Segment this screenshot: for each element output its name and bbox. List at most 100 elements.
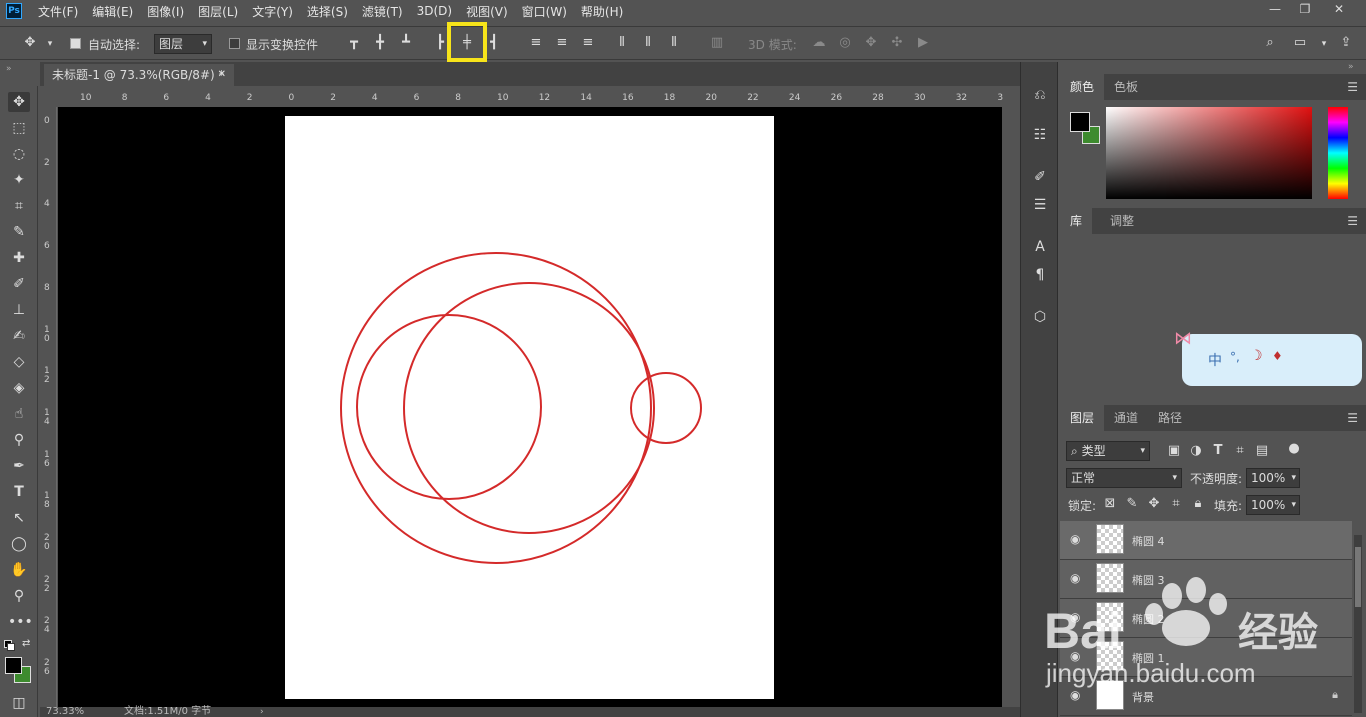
tab-adjustments[interactable]: 调整 <box>1100 208 1144 234</box>
tab-layers[interactable]: 图层 <box>1060 405 1105 431</box>
chevron-right-icon[interactable]: › <box>260 707 264 717</box>
lock-position-icon[interactable]: ✥ <box>1146 496 1162 512</box>
menu-type[interactable]: 文字(Y) <box>252 3 293 20</box>
align-top-icon[interactable]: ┳ <box>346 35 362 51</box>
visibility-eye-icon[interactable]: ◉ <box>1070 532 1080 546</box>
document-tab[interactable]: 未标题-1 @ 73.3%(RGB/8#) * ✕ <box>44 64 234 86</box>
color-field[interactable] <box>1106 107 1312 199</box>
auto-select-checkbox[interactable] <box>70 38 81 49</box>
default-colors-icon[interactable] <box>4 640 15 651</box>
tab-libraries[interactable]: 库 <box>1060 208 1093 234</box>
swap-colors-icon[interactable]: ⇄ <box>22 638 30 649</box>
menu-help[interactable]: 帮助(H) <box>581 3 623 20</box>
hue-slider[interactable] <box>1328 107 1348 199</box>
eraser-tool-icon[interactable]: ◇ <box>8 352 30 372</box>
magic-wand-icon[interactable]: ✦ <box>8 170 30 190</box>
pen-tool-icon[interactable]: ✒ <box>8 456 30 476</box>
panel-menu-icon[interactable]: ☰ <box>1347 214 1358 228</box>
eyedropper-icon[interactable]: ✎ <box>8 222 30 242</box>
panel-menu-icon[interactable]: ☰ <box>1347 411 1358 425</box>
properties-panel-icon[interactable]: ☷ <box>1029 124 1051 146</box>
more-tools-icon[interactable]: ••• <box>8 612 33 632</box>
tab-channels[interactable]: 通道 <box>1104 405 1148 431</box>
filter-adjustment-icon[interactable]: ◑ <box>1188 443 1204 459</box>
filter-toggle-icon[interactable]: ● <box>1286 441 1302 457</box>
ime-moon-icon[interactable]: ☽ <box>1250 348 1263 364</box>
paint-bucket-icon[interactable]: ◈ <box>8 378 30 398</box>
orbit-3d-icon[interactable]: ☁ <box>811 35 827 51</box>
lock-pixels-icon[interactable]: ✎ <box>1124 496 1140 512</box>
fill-field[interactable]: 100% ▾ <box>1246 495 1300 515</box>
align-left-icon[interactable]: ┣ <box>432 35 448 51</box>
history-panel-icon[interactable]: ⎌ <box>1029 84 1051 106</box>
foreground-color-swatch[interactable] <box>1070 112 1090 132</box>
filter-type-icon[interactable]: T <box>1210 443 1226 459</box>
lasso-tool-icon[interactable]: ◌ <box>8 144 30 164</box>
filter-smart-object-icon[interactable]: ▤ <box>1254 443 1270 459</box>
pan-3d-icon[interactable]: ✥ <box>863 35 879 51</box>
ellipse-tool-icon[interactable]: ◯ <box>8 534 30 554</box>
layer-row[interactable]: ◉ 椭圆 4 <box>1060 521 1352 560</box>
hand-tool-icon[interactable]: ✋ <box>8 560 30 580</box>
menu-file[interactable]: 文件(F) <box>38 3 78 20</box>
zoom-readout[interactable]: 73.33% <box>46 707 84 717</box>
opacity-field[interactable]: 100% ▾ <box>1246 468 1300 488</box>
search-icon[interactable]: ⌕ <box>1262 35 1278 51</box>
roll-3d-icon[interactable]: ◎ <box>837 35 853 51</box>
distribute-bottom-icon[interactable]: ≡ <box>580 35 596 51</box>
minimize-button[interactable]: — <box>1260 0 1290 20</box>
history-brush-icon[interactable]: ✍ <box>8 326 30 346</box>
align-bottom-icon[interactable]: ┻ <box>398 35 414 51</box>
brush-settings-icon[interactable]: ✐ <box>1029 166 1051 188</box>
collapse-toolbar-icon[interactable]: » <box>6 64 12 74</box>
dodge-tool-icon[interactable]: ⚲ <box>8 430 30 450</box>
document-canvas[interactable] <box>285 116 774 699</box>
distribute-top-icon[interactable]: ≡ <box>528 35 544 51</box>
distribute-hcenter-icon[interactable]: ⫴ <box>640 35 656 51</box>
distribute-vcenter-icon[interactable]: ≡ <box>554 35 570 51</box>
collapse-panels-icon[interactable]: » <box>1348 62 1354 72</box>
menu-select[interactable]: 选择(S) <box>307 3 348 20</box>
tab-color[interactable]: 颜色 <box>1060 74 1105 100</box>
stamp-tool-icon[interactable]: ⊥ <box>8 300 30 320</box>
filter-pixel-icon[interactable]: ▣ <box>1166 443 1182 459</box>
restore-button[interactable]: ❐ <box>1290 0 1320 20</box>
paragraph-panel-icon[interactable]: ¶ <box>1029 264 1051 286</box>
character-panel-icon[interactable]: A <box>1029 236 1051 258</box>
scale-3d-icon[interactable]: ▶ <box>915 35 931 51</box>
zoom-tool-icon[interactable]: ⚲ <box>8 586 30 606</box>
healing-brush-icon[interactable]: ✚ <box>8 248 30 268</box>
slide-3d-icon[interactable]: ✣ <box>889 35 905 51</box>
adjustments-panel-icon[interactable]: ☰ <box>1029 194 1051 216</box>
lock-artboard-icon[interactable]: ⌗ <box>1168 496 1184 512</box>
menu-filter[interactable]: 滤镜(T) <box>362 3 403 20</box>
menu-image[interactable]: 图像(I) <box>147 3 184 20</box>
move-tool-icon[interactable]: ✥ <box>8 92 30 112</box>
lock-transparent-icon[interactable]: ⊠ <box>1102 496 1118 512</box>
ruler-origin[interactable] <box>40 91 58 107</box>
ime-punct-icon[interactable]: °, <box>1230 350 1240 364</box>
quick-mask-icon[interactable]: ◫ <box>8 693 30 713</box>
layer-filter-dropdown[interactable]: ⌕ 类型 ▾ <box>1066 441 1150 461</box>
blend-mode-dropdown[interactable]: 正常 ▾ <box>1066 468 1182 488</box>
smudge-tool-icon[interactable]: ☝ <box>8 404 30 424</box>
align-right-icon[interactable]: ┫ <box>486 35 502 51</box>
type-tool-icon[interactable]: T <box>8 482 30 502</box>
menu-edit[interactable]: 编辑(E) <box>92 3 133 20</box>
ime-shirt-icon[interactable]: ♦ <box>1272 349 1283 363</box>
marquee-tool-icon[interactable]: ⬚ <box>8 118 30 138</box>
layer-name[interactable]: 背景 <box>1132 689 1154 705</box>
auto-select-dropdown[interactable]: 图层 ▾ <box>154 34 212 54</box>
panel-menu-icon[interactable]: ☰ <box>1347 80 1358 94</box>
distribute-right-icon[interactable]: ⫴ <box>666 35 682 51</box>
menu-view[interactable]: 视图(V) <box>466 3 508 20</box>
move-tool-icon[interactable]: ✥ <box>22 35 38 51</box>
menu-3d[interactable]: 3D(D) <box>417 4 452 18</box>
auto-align-icon[interactable]: ▥ <box>709 35 725 51</box>
menu-layer[interactable]: 图层(L) <box>198 3 238 20</box>
tab-swatches[interactable]: 色板 <box>1104 74 1148 100</box>
tool-preset-chevron-icon[interactable]: ▾ <box>42 36 58 52</box>
visibility-eye-icon[interactable]: ◉ <box>1070 688 1080 702</box>
align-vcenter-icon[interactable]: ╋ <box>372 35 388 51</box>
show-transform-checkbox[interactable] <box>229 38 240 49</box>
